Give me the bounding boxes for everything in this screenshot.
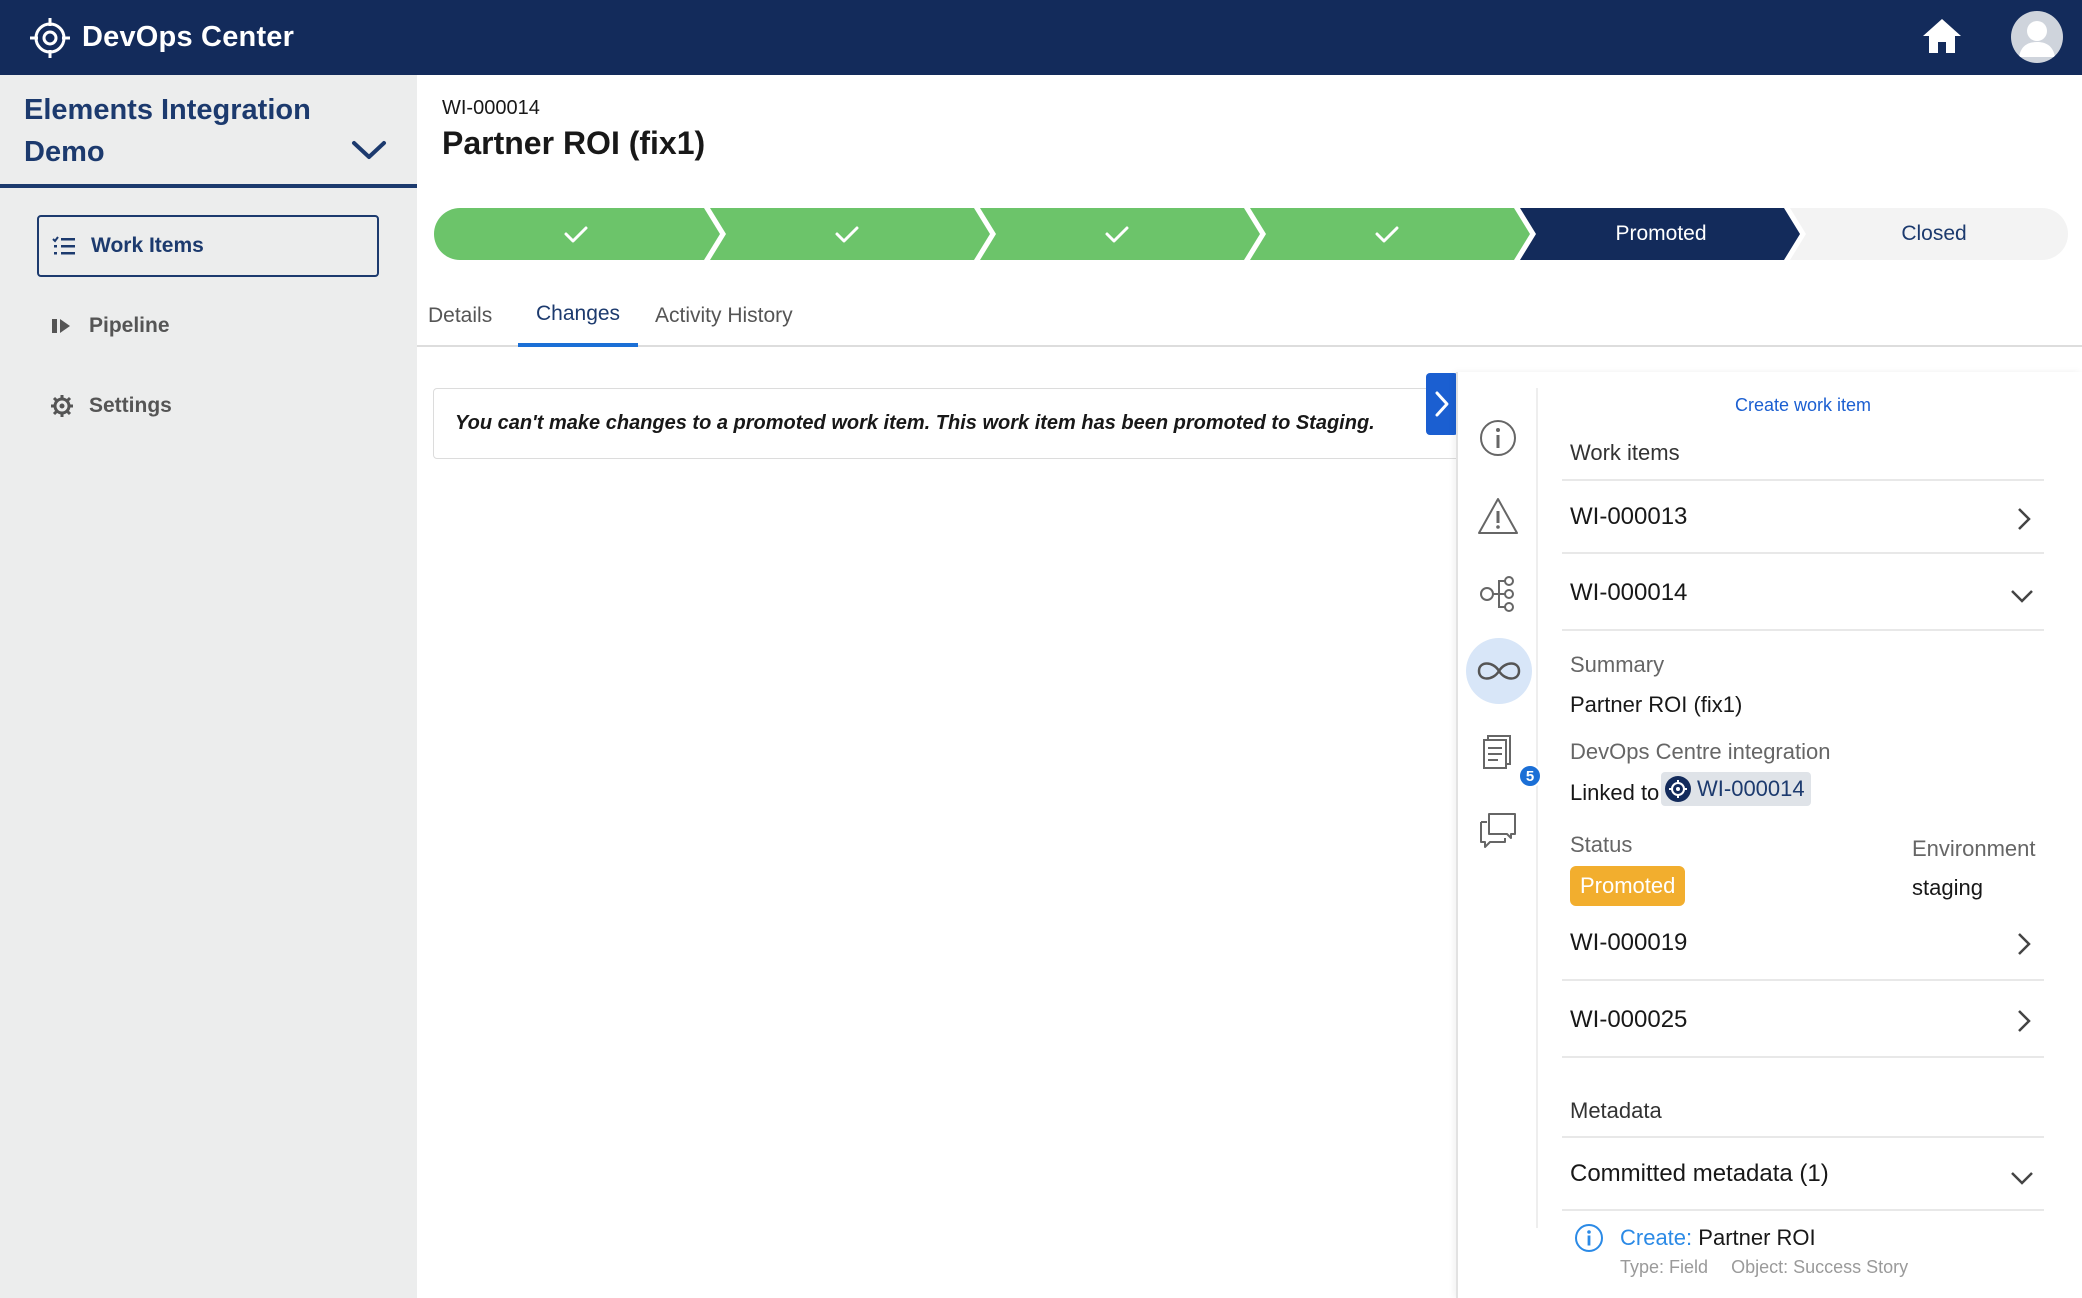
documents-count-badge: 5: [1518, 764, 1542, 788]
brand[interactable]: DevOps Center: [28, 16, 294, 60]
home-icon[interactable]: [1920, 16, 1964, 56]
hierarchy-icon[interactable]: [1470, 566, 1526, 622]
create-work-item-link[interactable]: Create work item: [1562, 395, 2044, 416]
work-item-row[interactable]: WI-000025: [1562, 983, 2044, 1058]
environment-label: Environment: [1912, 836, 2036, 861]
list-icon: [51, 233, 77, 259]
metadata-action: Create:: [1620, 1225, 1693, 1250]
sidebar-item-label: Pipeline: [89, 314, 170, 337]
project-selector[interactable]: Elements Integration Demo: [0, 75, 417, 188]
work-item-id: WI-000014: [442, 97, 540, 119]
tab-details[interactable]: Details: [410, 285, 510, 347]
chevron-right-icon: [2012, 930, 2036, 958]
sidebar-item-label: Settings: [89, 394, 172, 417]
chevron-right-icon: [2012, 1007, 2036, 1035]
metadata-object: Object: Success Story: [1731, 1257, 1909, 1277]
work-item-row[interactable]: WI-000019: [1562, 906, 2044, 981]
app-title: DevOps Center: [82, 21, 295, 53]
committed-metadata-label: Committed metadata (1): [1570, 1159, 1829, 1187]
stage-label-promoted[interactable]: Promoted: [1530, 208, 1792, 260]
metadata-details: Type: Field Object: Success Story: [1620, 1257, 1908, 1278]
integration-label: DevOps Centre integration: [1570, 739, 1831, 764]
user-avatar-icon[interactable]: [2011, 11, 2063, 63]
summary-label: Summary: [1570, 652, 1665, 677]
status-badge: Promoted: [1570, 866, 1686, 906]
stage-label-closed[interactable]: Closed: [1800, 208, 2068, 260]
sidebar: Elements Integration Demo Work Items Pip…: [0, 75, 417, 1298]
sidebar-item-work-items[interactable]: Work Items: [37, 215, 379, 277]
info-icon: [1574, 1223, 1604, 1253]
sidebar-item-settings[interactable]: Settings: [37, 375, 379, 437]
comments-icon[interactable]: [1470, 802, 1526, 858]
metadata-name: Partner ROI: [1698, 1225, 1816, 1250]
metadata-type: Type: Field: [1620, 1257, 1709, 1277]
pipeline-icon: [49, 313, 75, 339]
page-title: Partner ROI (fix1): [442, 125, 706, 161]
work-item-row-label: WI-000025: [1570, 1005, 1688, 1033]
chevron-right-icon: [1435, 391, 1449, 417]
panel-rail: 5: [1458, 388, 1542, 1228]
infinity-icon[interactable]: [1466, 638, 1532, 704]
info-icon[interactable]: [1470, 410, 1526, 466]
notice-text: You can't make changes to a promoted wor…: [455, 412, 1375, 434]
chevron-down-icon: [2008, 584, 2036, 608]
work-items-heading: Work items: [1570, 440, 1680, 465]
tab-changes[interactable]: Changes: [518, 285, 639, 347]
devops-center-logo-icon: [28, 16, 72, 60]
environment-value: staging: [1912, 875, 1983, 900]
top-bar: DevOps Center: [0, 0, 2082, 75]
tab-activity-history[interactable]: Activity History: [637, 285, 811, 347]
summary-value: Partner ROI (fix1): [1570, 692, 1743, 717]
chevron-down-icon: [2008, 1166, 2036, 1190]
chevron-down-icon[interactable]: [350, 135, 388, 165]
project-name: Elements Integration Demo: [24, 94, 311, 168]
metadata-heading: Metadata: [1570, 1098, 1662, 1123]
promoted-notice: You can't make changes to a promoted wor…: [433, 388, 1480, 459]
work-item-row-label: WI-000013: [1570, 502, 1688, 530]
warning-icon[interactable]: [1470, 488, 1526, 544]
linked-work-item-chip[interactable]: WI-000014: [1661, 772, 1811, 806]
side-panel: 5 Create work item Work items WI-000013 …: [1456, 372, 2082, 1298]
documents-icon[interactable]: 5: [1470, 724, 1542, 788]
gear-icon: [49, 393, 75, 419]
work-item-row-label: WI-000019: [1570, 928, 1688, 956]
sidebar-item-label: Work Items: [91, 234, 204, 257]
linked-work-item-id: WI-000014: [1697, 776, 1805, 801]
collapse-panel-button[interactable]: [1426, 373, 1458, 435]
work-item-row-label: WI-000014: [1570, 578, 1688, 606]
sidebar-item-pipeline[interactable]: Pipeline: [37, 295, 379, 357]
metadata-item: Create: Partner ROI: [1620, 1225, 1816, 1251]
work-item-row-expanded[interactable]: WI-000014: [1562, 556, 2044, 631]
stage-path: Promoted Closed: [434, 208, 2068, 260]
linked-prefix: Linked to: [1570, 780, 1660, 805]
tab-bar: Details Changes Activity History: [417, 285, 2082, 347]
chevron-right-icon: [2012, 505, 2036, 533]
status-label: Status: [1570, 832, 1633, 857]
committed-metadata-row[interactable]: Committed metadata (1): [1562, 1136, 2044, 1211]
stage-complete-1: [434, 208, 720, 260]
devops-center-logo-icon: [1665, 776, 1691, 802]
work-item-row[interactable]: WI-000013: [1562, 479, 2044, 554]
